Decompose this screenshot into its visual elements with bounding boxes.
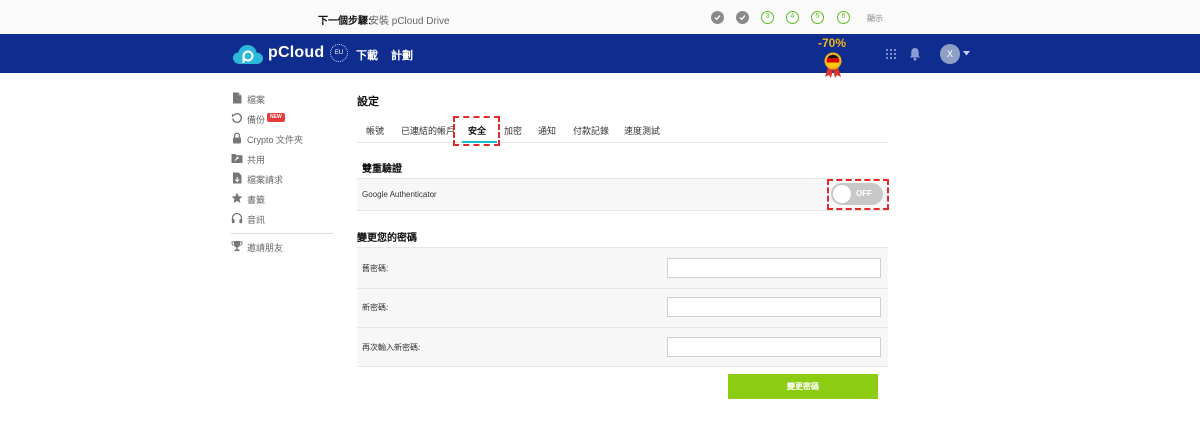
sidebar-item-label: 備份	[247, 115, 266, 125]
tab-account[interactable]: 帳號	[366, 124, 384, 137]
sidebar-item-files[interactable]: 檔案	[231, 92, 333, 106]
sidebar-item-shared[interactable]: 共用	[231, 152, 333, 166]
sidebar-item-invite-friends[interactable]: 邀請朋友	[231, 240, 333, 254]
authenticator-label: Google Authenticator	[362, 190, 437, 199]
germany-medal-icon[interactable]	[822, 52, 844, 78]
eu-region-badge[interactable]: EU	[330, 44, 348, 62]
new-password-label: 新密碼:	[362, 303, 389, 312]
sidebar-item-audio[interactable]: 音訊	[231, 212, 333, 226]
trophy-icon	[231, 241, 243, 252]
sidebar-item-label: 共用	[247, 155, 266, 165]
backup-icon	[231, 113, 243, 123]
sidebar-item-label: 檔案請求	[247, 175, 284, 185]
brand-name[interactable]: pCloud	[268, 44, 324, 62]
next-step-task-link[interactable]: 安裝 pCloud Drive	[369, 12, 450, 27]
file-icon	[233, 92, 242, 104]
sidebar-item-label: 音訊	[247, 215, 266, 225]
sidebar-item-label: Crypto 文件夾	[247, 135, 304, 145]
promo-discount-label[interactable]: -70%	[818, 36, 846, 50]
sidebar-item-crypto-folder[interactable]: Crypto 文件夾	[231, 132, 333, 146]
show-progress-link[interactable]: 顯示	[867, 13, 883, 24]
progress-step-5[interactable]: 5	[811, 11, 824, 24]
progress-step-4[interactable]: 4	[786, 11, 799, 24]
progress-step-1[interactable]	[711, 11, 724, 24]
nav-download-link[interactable]: 下載	[356, 47, 378, 63]
nav-plans-link[interactable]: 計劃	[391, 47, 413, 63]
sidebar-item-label: 檔案	[247, 95, 266, 105]
repeat-password-input[interactable]	[667, 337, 881, 357]
tabs-divider	[357, 142, 888, 143]
lock-icon	[233, 132, 241, 144]
page-title: 設定	[357, 96, 379, 108]
star-icon	[231, 192, 243, 203]
sidebar-item-label: 書籤	[247, 195, 266, 205]
repeat-password-label: 再次輸入新密碼:	[362, 343, 421, 352]
password-rows-bottom-divider	[357, 366, 888, 367]
top-navigation-bar: pCloud EU 下載 計劃 -70% X	[0, 34, 1200, 78]
progress-step-6[interactable]: 6	[837, 11, 850, 24]
tab-linked-accounts[interactable]: 已連結的帳戶	[401, 124, 455, 137]
sidebar-item-bookmarks[interactable]: 書籤	[231, 192, 333, 206]
old-password-input[interactable]	[667, 258, 881, 278]
two-factor-section-title: 雙重驗證	[362, 164, 402, 175]
apps-grid-icon[interactable]	[885, 48, 897, 60]
sidebar-item-backup[interactable]: 備份 NEW	[231, 112, 333, 126]
chevron-down-icon[interactable]	[963, 51, 970, 56]
file-request-icon	[233, 172, 242, 184]
change-password-button[interactable]: 變更密碼	[728, 374, 878, 399]
authenticator-row-divider	[357, 210, 888, 211]
new-badge: NEW	[267, 113, 285, 122]
tab-payment-history[interactable]: 付款記錄	[573, 124, 609, 137]
onboarding-progress-bar: 下一個步驟: 安裝 pCloud Drive 3 4 5 6 顯示	[0, 0, 1200, 34]
change-password-section-title: 變更您的密碼	[357, 233, 417, 244]
sidebar-divider	[231, 233, 333, 234]
check-icon	[739, 15, 746, 21]
check-icon	[714, 15, 721, 21]
headphones-icon	[231, 212, 243, 224]
sidebar-item-label: 邀請朋友	[247, 243, 284, 253]
tab-encryption[interactable]: 加密	[504, 124, 522, 137]
user-avatar[interactable]: X	[940, 44, 960, 64]
progress-step-3[interactable]: 3	[761, 11, 774, 24]
progress-step-2[interactable]	[736, 11, 749, 24]
notifications-bell-icon[interactable]	[909, 47, 921, 61]
tab-speed-test[interactable]: 速度測試	[624, 124, 660, 137]
shared-folder-icon	[231, 154, 243, 163]
new-password-input[interactable]	[667, 297, 881, 317]
pcloud-logo-icon[interactable]	[232, 43, 264, 65]
old-password-label: 舊密碼:	[362, 264, 389, 273]
tab-notifications[interactable]: 通知	[538, 124, 556, 137]
next-step-label: 下一個步驟:	[318, 16, 372, 27]
toggle-highlight-box	[827, 179, 889, 210]
security-tab-highlight-box	[453, 116, 500, 146]
sidebar-item-file-requests[interactable]: 檔案請求	[231, 172, 333, 186]
